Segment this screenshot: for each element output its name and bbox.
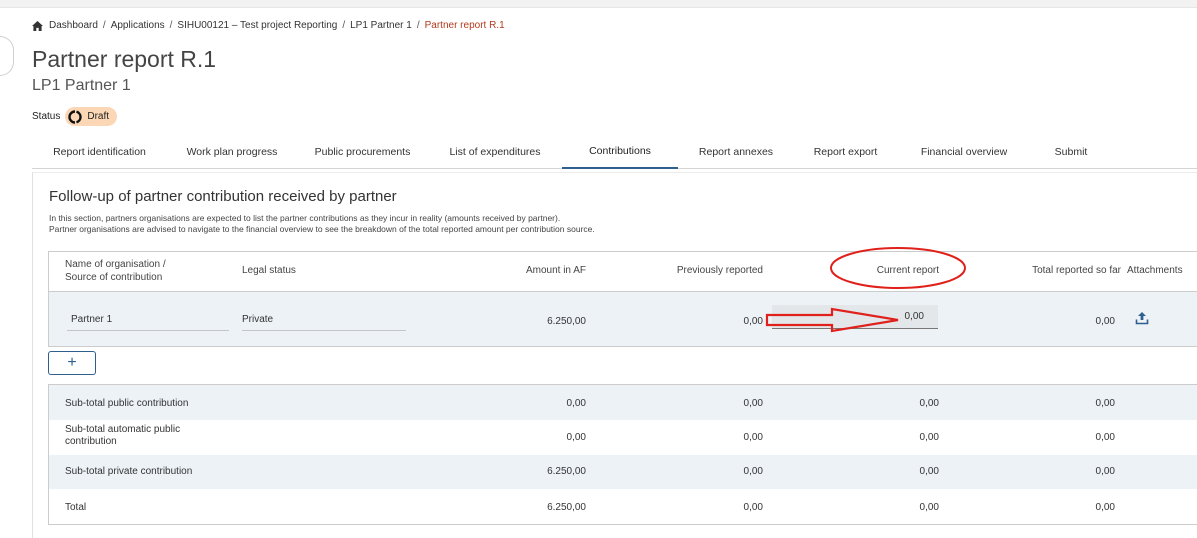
header-name-line: Name of organisation / [65, 259, 166, 270]
total-current: 0,00 [919, 502, 939, 513]
total-reported-value: 0,00 [1095, 316, 1115, 327]
upload-icon[interactable] [1135, 311, 1149, 325]
breadcrumb: Dashboard / Applications / SIHU00121 – T… [32, 20, 505, 31]
breadcrumb-separator: / [342, 20, 346, 31]
section-description-line: In this section, partners organisations … [49, 213, 561, 223]
tab-public-procurements[interactable]: Public procurements [297, 134, 428, 169]
subtotal-private-total: 0,00 [1095, 466, 1115, 477]
status-label: Status [32, 111, 61, 122]
header-attachments: Attachments [1127, 265, 1183, 276]
header-legal-status: Legal status [242, 265, 296, 276]
subtotal-private-label: Sub-total private contribution [65, 466, 193, 477]
section-description: In this section, partners organisations … [49, 213, 595, 235]
breadcrumb-applications[interactable]: Applications [111, 20, 165, 31]
status-badge: Draft [65, 107, 118, 126]
header-previously-reported: Previously reported [676, 265, 763, 276]
tab-report-identification[interactable]: Report identification [32, 134, 167, 169]
total-amount-af: 6.250,00 [547, 502, 586, 513]
total-total: 0,00 [1095, 502, 1115, 513]
tab-report-export[interactable]: Report export [794, 134, 897, 169]
organisation-name-field[interactable]: Partner 1 [67, 309, 229, 331]
section-title: Follow-up of partner contribution receiv… [49, 188, 397, 205]
subtotal-public-total: 0,00 [1095, 398, 1115, 409]
breadcrumb-current: Partner report R.1 [424, 20, 505, 31]
tab-report-annexes[interactable]: Report annexes [678, 134, 794, 169]
breadcrumb-dashboard[interactable]: Dashboard [49, 20, 98, 31]
subtotal-public-current: 0,00 [919, 398, 939, 409]
amount-af-value: 6.250,00 [547, 316, 586, 327]
subtotal-automatic-label-line: contribution [65, 436, 117, 447]
tab-contributions[interactable]: Contributions [562, 134, 678, 169]
contributions-panel: Follow-up of partner contribution receiv… [32, 172, 1197, 538]
top-bar [0, 0, 1197, 8]
page-subtitle: LP1 Partner 1 [32, 77, 131, 94]
subtotal-private-amount-af: 6.250,00 [547, 466, 586, 477]
previously-reported-value: 0,00 [743, 316, 763, 327]
breadcrumb-separator: / [416, 20, 420, 31]
table-row: Sub-total automatic public contribution … [49, 420, 1197, 455]
table-row: Total 6.250,00 0,00 0,00 0,00 [49, 489, 1197, 525]
table-row: Sub-total private contribution 6.250,00 … [49, 455, 1197, 489]
tab-submit[interactable]: Submit [1031, 134, 1111, 169]
subtotal-public-previously: 0,00 [743, 398, 763, 409]
subtotal-private-current: 0,00 [919, 466, 939, 477]
table-header: Name of organisation / Source of contrib… [48, 251, 1197, 291]
total-previously: 0,00 [743, 502, 763, 513]
status-value: Draft [87, 111, 110, 122]
breadcrumb-separator: / [169, 20, 173, 31]
header-total-reported: Total reported so far [1032, 265, 1121, 276]
breadcrumb-project[interactable]: SIHU00121 – Test project Reporting [177, 20, 337, 31]
home-icon[interactable] [32, 20, 43, 31]
tab-financial-overview[interactable]: Financial overview [897, 134, 1031, 169]
subtotal-automatic-total: 0,00 [1095, 432, 1115, 443]
tab-list-of-expenditures[interactable]: List of expenditures [428, 134, 562, 169]
status-row: Status Draft [32, 107, 118, 126]
status-circle-icon [68, 109, 83, 124]
subtotal-automatic-label-line: Sub-total automatic public [65, 424, 181, 435]
annotation-arrow [765, 307, 899, 333]
report-tabs: Report identification Work plan progress… [32, 134, 1197, 169]
tab-work-plan-progress[interactable]: Work plan progress [167, 134, 297, 169]
header-name-line: Source of contribution [65, 272, 163, 283]
totals-table: Sub-total public contribution 0,00 0,00 … [48, 384, 1197, 525]
header-amount-af: Amount in AF [525, 265, 586, 276]
subtotal-automatic-label: Sub-total automatic public contribution [65, 424, 180, 448]
subtotal-automatic-current: 0,00 [919, 432, 939, 443]
subtotal-automatic-amount-af: 0,00 [566, 432, 586, 443]
annotation-ellipse [830, 247, 966, 289]
header-name: Name of organisation / Source of contrib… [65, 258, 166, 284]
breadcrumb-partner[interactable]: LP1 Partner 1 [350, 20, 412, 31]
subtotal-automatic-previously: 0,00 [743, 432, 763, 443]
table-row: Sub-total public contribution 0,00 0,00 … [49, 385, 1197, 420]
total-label: Total [65, 502, 87, 513]
table-row: Partner 1 Private 6.250,00 0,00 0,00 0,0… [48, 291, 1197, 347]
sidebar-toggle[interactable] [0, 36, 14, 76]
add-contribution-button[interactable]: + [48, 351, 96, 375]
section-description-line: Partner organisations are advised to nav… [49, 224, 595, 234]
subtotal-private-previously: 0,00 [743, 466, 763, 477]
legal-status-select[interactable]: Private [242, 309, 406, 331]
page-title: Partner report R.1 [32, 46, 217, 72]
subtotal-public-amount-af: 0,00 [566, 398, 586, 409]
breadcrumb-separator: / [102, 20, 106, 31]
subtotal-public-label: Sub-total public contribution [65, 398, 189, 409]
